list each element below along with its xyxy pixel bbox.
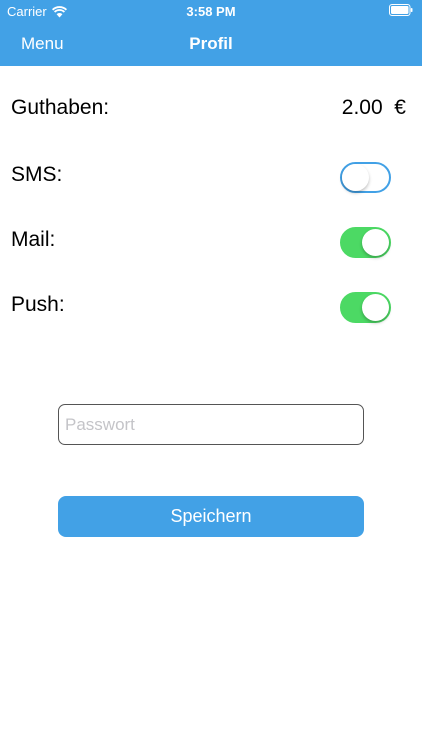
toggle-knob — [342, 164, 369, 191]
toggle-knob — [362, 229, 389, 256]
balance-value: 2.00 € — [341, 96, 406, 119]
mail-toggle[interactable] — [340, 227, 391, 258]
toggle-knob — [362, 294, 389, 321]
status-bar: Carrier 3:58 PM — [0, 0, 422, 22]
battery-icon — [389, 4, 413, 16]
push-label: Push: — [11, 293, 65, 316]
header: Carrier 3:58 PM Menu Profil — [0, 0, 422, 66]
balance-label: Guthaben: — [11, 96, 110, 119]
push-toggle[interactable] — [340, 292, 391, 323]
nav-bar: Menu Profil — [0, 22, 422, 66]
password-input[interactable] — [58, 404, 364, 445]
mail-label: Mail: — [11, 228, 56, 251]
status-time: 3:58 PM — [186, 4, 236, 19]
sms-label: SMS: — [11, 163, 63, 186]
sms-toggle[interactable] — [340, 162, 391, 193]
page-title: Profil — [189, 34, 233, 53]
save-button[interactable]: Speichern — [58, 496, 364, 537]
